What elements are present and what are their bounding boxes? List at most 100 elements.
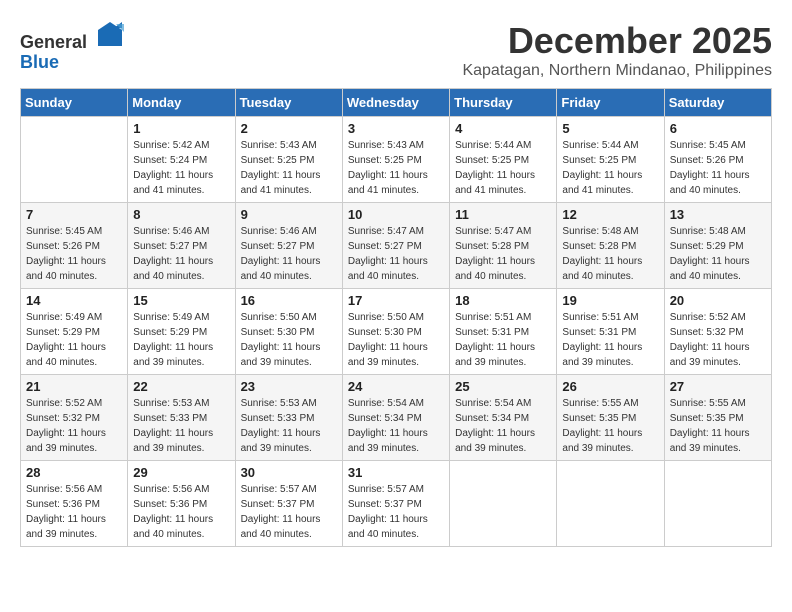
day-number: 12 xyxy=(562,207,658,222)
day-number: 15 xyxy=(133,293,229,308)
table-row: 24 Sunrise: 5:54 AM Sunset: 5:34 PM Dayl… xyxy=(342,375,449,461)
day-info: Sunrise: 5:56 AM Sunset: 5:36 PM Dayligh… xyxy=(133,482,229,542)
day-number: 18 xyxy=(455,293,551,308)
table-row: 3 Sunrise: 5:43 AM Sunset: 5:25 PM Dayli… xyxy=(342,117,449,203)
table-row: 31 Sunrise: 5:57 AM Sunset: 5:37 PM Dayl… xyxy=(342,461,449,547)
day-info: Sunrise: 5:46 AM Sunset: 5:27 PM Dayligh… xyxy=(241,224,337,284)
table-row: 22 Sunrise: 5:53 AM Sunset: 5:33 PM Dayl… xyxy=(128,375,235,461)
location-subtitle: Kapatagan, Northern Mindanao, Philippine… xyxy=(462,62,772,80)
page-header: General Blue December 2025 Kapatagan, No… xyxy=(20,20,772,80)
day-number: 17 xyxy=(348,293,444,308)
col-wednesday: Wednesday xyxy=(342,89,449,117)
day-info: Sunrise: 5:52 AM Sunset: 5:32 PM Dayligh… xyxy=(670,310,766,370)
table-row: 7 Sunrise: 5:45 AM Sunset: 5:26 PM Dayli… xyxy=(21,203,128,289)
day-number: 6 xyxy=(670,121,766,136)
day-info: Sunrise: 5:43 AM Sunset: 5:25 PM Dayligh… xyxy=(348,138,444,198)
col-thursday: Thursday xyxy=(450,89,557,117)
col-friday: Friday xyxy=(557,89,664,117)
calendar-header-row: Sunday Monday Tuesday Wednesday Thursday… xyxy=(21,89,772,117)
table-row: 19 Sunrise: 5:51 AM Sunset: 5:31 PM Dayl… xyxy=(557,289,664,375)
calendar-week-row: 21 Sunrise: 5:52 AM Sunset: 5:32 PM Dayl… xyxy=(21,375,772,461)
day-info: Sunrise: 5:51 AM Sunset: 5:31 PM Dayligh… xyxy=(455,310,551,370)
day-number: 22 xyxy=(133,379,229,394)
logo-text: General xyxy=(20,20,124,53)
logo: General Blue xyxy=(20,20,124,73)
day-number: 26 xyxy=(562,379,658,394)
day-number: 14 xyxy=(26,293,122,308)
logo-blue: Blue xyxy=(20,53,59,73)
day-info: Sunrise: 5:57 AM Sunset: 5:37 PM Dayligh… xyxy=(241,482,337,542)
table-row: 4 Sunrise: 5:44 AM Sunset: 5:25 PM Dayli… xyxy=(450,117,557,203)
table-row: 8 Sunrise: 5:46 AM Sunset: 5:27 PM Dayli… xyxy=(128,203,235,289)
table-row: 14 Sunrise: 5:49 AM Sunset: 5:29 PM Dayl… xyxy=(21,289,128,375)
day-info: Sunrise: 5:44 AM Sunset: 5:25 PM Dayligh… xyxy=(455,138,551,198)
table-row: 11 Sunrise: 5:47 AM Sunset: 5:28 PM Dayl… xyxy=(450,203,557,289)
table-row: 28 Sunrise: 5:56 AM Sunset: 5:36 PM Dayl… xyxy=(21,461,128,547)
day-info: Sunrise: 5:53 AM Sunset: 5:33 PM Dayligh… xyxy=(133,396,229,456)
day-info: Sunrise: 5:54 AM Sunset: 5:34 PM Dayligh… xyxy=(455,396,551,456)
day-number: 8 xyxy=(133,207,229,222)
table-row: 21 Sunrise: 5:52 AM Sunset: 5:32 PM Dayl… xyxy=(21,375,128,461)
table-row: 16 Sunrise: 5:50 AM Sunset: 5:30 PM Dayl… xyxy=(235,289,342,375)
table-row: 5 Sunrise: 5:44 AM Sunset: 5:25 PM Dayli… xyxy=(557,117,664,203)
calendar-week-row: 7 Sunrise: 5:45 AM Sunset: 5:26 PM Dayli… xyxy=(21,203,772,289)
day-number: 1 xyxy=(133,121,229,136)
table-row: 6 Sunrise: 5:45 AM Sunset: 5:26 PM Dayli… xyxy=(664,117,771,203)
table-row: 1 Sunrise: 5:42 AM Sunset: 5:24 PM Dayli… xyxy=(128,117,235,203)
day-number: 4 xyxy=(455,121,551,136)
day-number: 31 xyxy=(348,465,444,480)
table-row: 30 Sunrise: 5:57 AM Sunset: 5:37 PM Dayl… xyxy=(235,461,342,547)
table-row: 15 Sunrise: 5:49 AM Sunset: 5:29 PM Dayl… xyxy=(128,289,235,375)
table-row: 27 Sunrise: 5:55 AM Sunset: 5:35 PM Dayl… xyxy=(664,375,771,461)
table-row xyxy=(21,117,128,203)
table-row xyxy=(450,461,557,547)
day-number: 9 xyxy=(241,207,337,222)
col-sunday: Sunday xyxy=(21,89,128,117)
table-row: 29 Sunrise: 5:56 AM Sunset: 5:36 PM Dayl… xyxy=(128,461,235,547)
day-info: Sunrise: 5:50 AM Sunset: 5:30 PM Dayligh… xyxy=(241,310,337,370)
day-number: 2 xyxy=(241,121,337,136)
table-row: 13 Sunrise: 5:48 AM Sunset: 5:29 PM Dayl… xyxy=(664,203,771,289)
day-number: 11 xyxy=(455,207,551,222)
table-row: 18 Sunrise: 5:51 AM Sunset: 5:31 PM Dayl… xyxy=(450,289,557,375)
day-number: 24 xyxy=(348,379,444,394)
logo-icon xyxy=(96,20,124,48)
day-number: 19 xyxy=(562,293,658,308)
table-row: 26 Sunrise: 5:55 AM Sunset: 5:35 PM Dayl… xyxy=(557,375,664,461)
day-info: Sunrise: 5:51 AM Sunset: 5:31 PM Dayligh… xyxy=(562,310,658,370)
day-number: 29 xyxy=(133,465,229,480)
day-info: Sunrise: 5:57 AM Sunset: 5:37 PM Dayligh… xyxy=(348,482,444,542)
table-row: 10 Sunrise: 5:47 AM Sunset: 5:27 PM Dayl… xyxy=(342,203,449,289)
day-number: 21 xyxy=(26,379,122,394)
day-info: Sunrise: 5:48 AM Sunset: 5:28 PM Dayligh… xyxy=(562,224,658,284)
day-info: Sunrise: 5:56 AM Sunset: 5:36 PM Dayligh… xyxy=(26,482,122,542)
title-area: December 2025 Kapatagan, Northern Mindan… xyxy=(462,20,772,80)
day-number: 3 xyxy=(348,121,444,136)
day-info: Sunrise: 5:50 AM Sunset: 5:30 PM Dayligh… xyxy=(348,310,444,370)
day-info: Sunrise: 5:49 AM Sunset: 5:29 PM Dayligh… xyxy=(26,310,122,370)
month-year-title: December 2025 xyxy=(462,20,772,62)
day-info: Sunrise: 5:44 AM Sunset: 5:25 PM Dayligh… xyxy=(562,138,658,198)
day-number: 27 xyxy=(670,379,766,394)
table-row xyxy=(664,461,771,547)
table-row: 23 Sunrise: 5:53 AM Sunset: 5:33 PM Dayl… xyxy=(235,375,342,461)
day-number: 23 xyxy=(241,379,337,394)
col-tuesday: Tuesday xyxy=(235,89,342,117)
day-info: Sunrise: 5:46 AM Sunset: 5:27 PM Dayligh… xyxy=(133,224,229,284)
day-number: 30 xyxy=(241,465,337,480)
day-info: Sunrise: 5:49 AM Sunset: 5:29 PM Dayligh… xyxy=(133,310,229,370)
day-info: Sunrise: 5:42 AM Sunset: 5:24 PM Dayligh… xyxy=(133,138,229,198)
day-info: Sunrise: 5:54 AM Sunset: 5:34 PM Dayligh… xyxy=(348,396,444,456)
day-info: Sunrise: 5:45 AM Sunset: 5:26 PM Dayligh… xyxy=(670,138,766,198)
day-info: Sunrise: 5:45 AM Sunset: 5:26 PM Dayligh… xyxy=(26,224,122,284)
table-row: 25 Sunrise: 5:54 AM Sunset: 5:34 PM Dayl… xyxy=(450,375,557,461)
day-number: 5 xyxy=(562,121,658,136)
day-info: Sunrise: 5:55 AM Sunset: 5:35 PM Dayligh… xyxy=(670,396,766,456)
day-info: Sunrise: 5:52 AM Sunset: 5:32 PM Dayligh… xyxy=(26,396,122,456)
day-info: Sunrise: 5:55 AM Sunset: 5:35 PM Dayligh… xyxy=(562,396,658,456)
day-info: Sunrise: 5:47 AM Sunset: 5:27 PM Dayligh… xyxy=(348,224,444,284)
table-row: 9 Sunrise: 5:46 AM Sunset: 5:27 PM Dayli… xyxy=(235,203,342,289)
calendar-week-row: 28 Sunrise: 5:56 AM Sunset: 5:36 PM Dayl… xyxy=(21,461,772,547)
calendar-table: Sunday Monday Tuesday Wednesday Thursday… xyxy=(20,88,772,547)
col-saturday: Saturday xyxy=(664,89,771,117)
